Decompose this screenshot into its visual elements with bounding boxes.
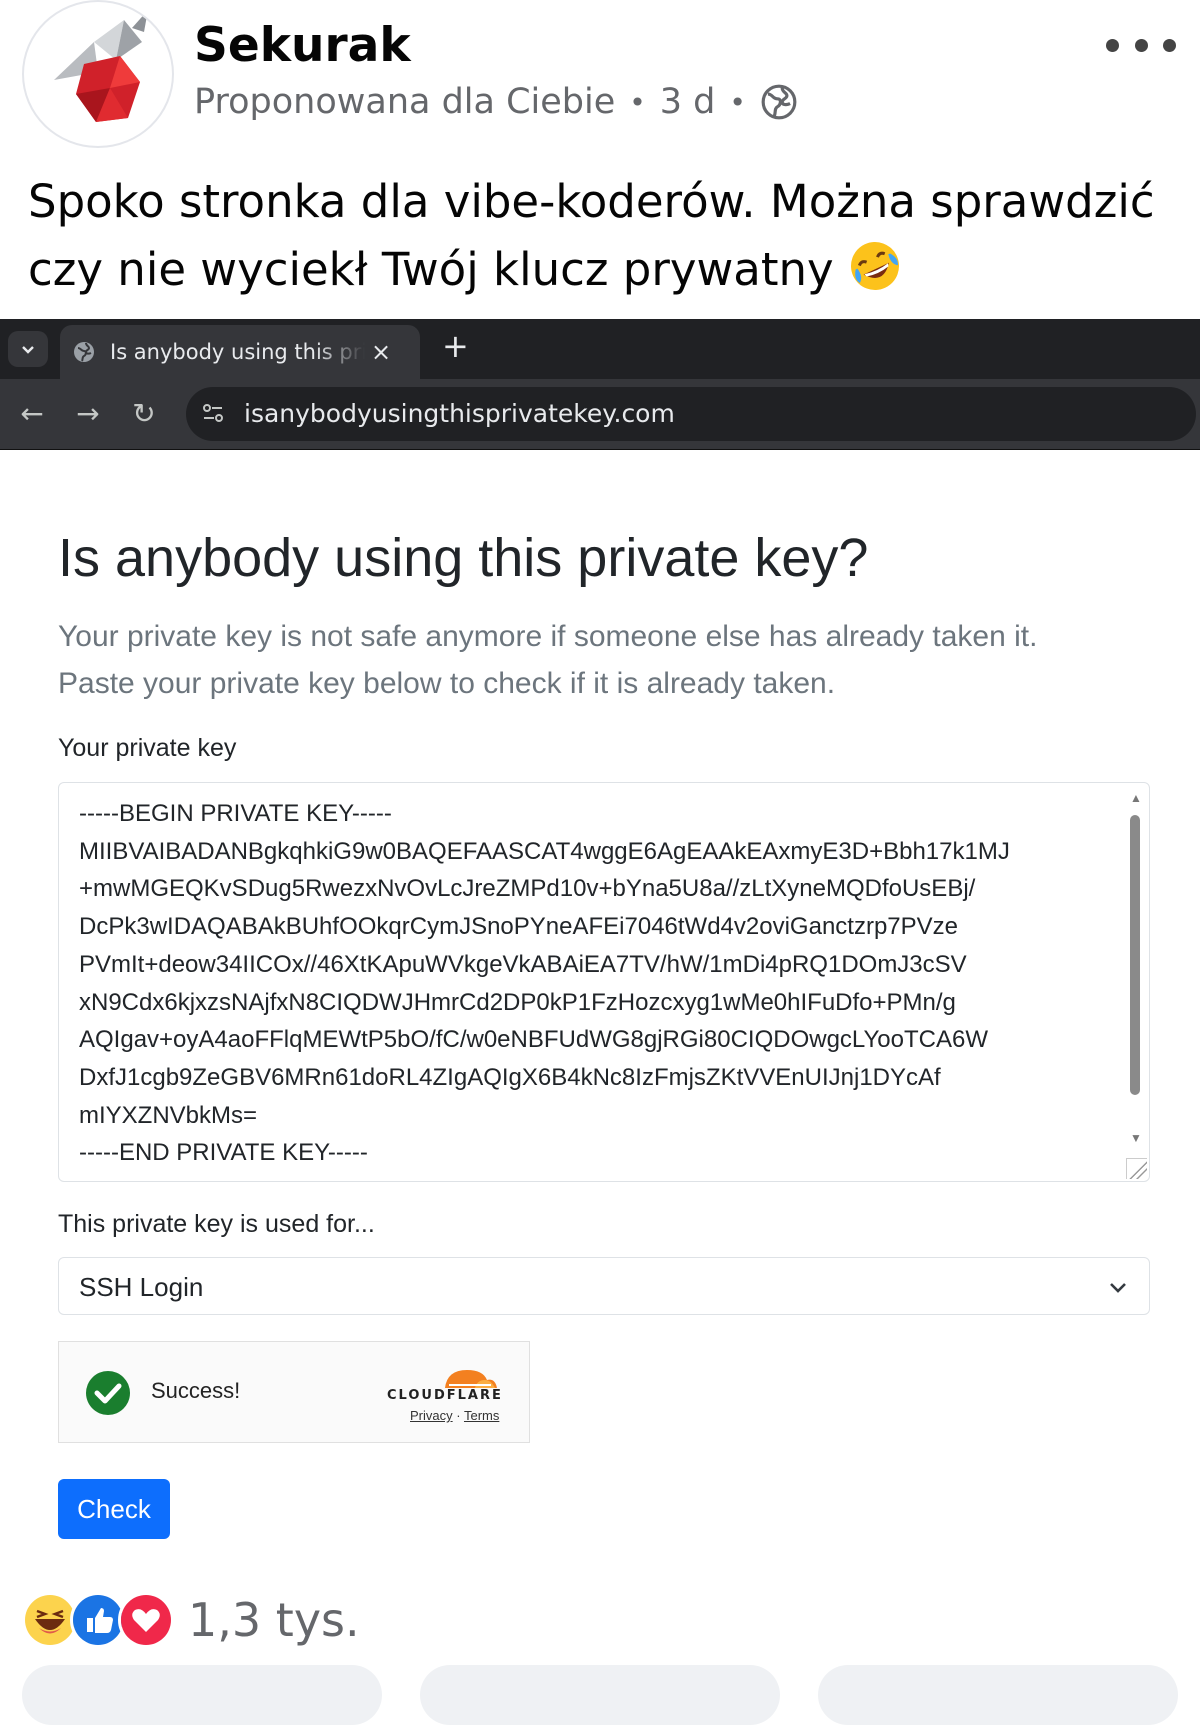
- new-tab-button[interactable]: +: [442, 327, 469, 365]
- browser-tab-active[interactable]: Is anybody using this private key? ×: [60, 325, 420, 379]
- post-header: Sekurak Proponowana dla Ciebie • 3 d •: [0, 0, 1200, 150]
- description-line: Paste your private key below to check if…: [58, 667, 836, 700]
- dot-icon: [1106, 38, 1119, 52]
- chevron-down-icon: [1110, 1283, 1126, 1293]
- post-text: Spoko stronka dla vibe-koderów. Można sp…: [28, 168, 1178, 304]
- private-key-label: Your private key: [58, 734, 237, 762]
- tab-search-button[interactable]: [8, 331, 48, 367]
- browser-toolbar: ← → ↻ isanybodyusingthisprivatekey.com: [0, 379, 1200, 450]
- private-key-line: MIIBVAIBADANBgkqhkiG9w0BAQEFAASCAT4wggE6…: [79, 837, 1010, 865]
- private-key-line: PVmIt+deow34IICOx//46XtKApuWVkgeVkABAiEA…: [79, 950, 967, 978]
- private-key-line: DcPk3wIDAQABAkBUhfOOkqrCymJSnoPYneAFEi70…: [79, 913, 959, 941]
- privacy-link[interactable]: Privacy: [410, 1408, 453, 1423]
- post-meta: Proponowana dla Ciebie • 3 d •: [194, 82, 798, 122]
- reload-button[interactable]: ↻: [126, 397, 162, 430]
- private-key-line: -----BEGIN PRIVATE KEY-----: [79, 800, 392, 827]
- suggested-label: Proponowana dla Ciebie: [194, 82, 616, 122]
- captcha-links: Privacy · Terms: [410, 1408, 499, 1423]
- reactions-summary[interactable]: 1,3 tys.: [22, 1592, 360, 1648]
- tab-title: Is anybody using this private key?: [110, 340, 365, 364]
- rolling-on-floor-laughing-emoji-icon: [850, 242, 899, 290]
- dot-icon: [1134, 38, 1148, 52]
- scroll-up-arrow-icon[interactable]: ▲: [1130, 791, 1142, 805]
- private-key-line: +mwMGEQKvSDug5RwezxNvOvLcJreZMPd10v+bYna…: [79, 875, 976, 903]
- globe-icon: [761, 84, 797, 120]
- check-button[interactable]: Check: [58, 1479, 170, 1539]
- page-name[interactable]: Sekurak: [194, 18, 411, 73]
- scroll-down-arrow-icon[interactable]: ▼: [1130, 1131, 1142, 1145]
- share-action-button[interactable]: [818, 1665, 1178, 1725]
- browser-window: Is anybody using this private key? × + ←…: [0, 319, 1200, 1574]
- love-reaction-icon: [118, 1592, 174, 1648]
- usage-select[interactable]: SSH Login: [58, 1257, 1150, 1315]
- resize-handle-icon[interactable]: [1126, 1158, 1147, 1179]
- chevron-down-icon: [22, 346, 34, 354]
- post-text-line: czy nie wyciekł Twój klucz prywatny: [28, 243, 834, 296]
- private-key-line: xN9Cdx6kjxzsNAjfxN8CIQDWJHmrCd2DP0kP1FzH…: [79, 988, 956, 1016]
- private-key-line: -----END PRIVATE KEY-----: [79, 1139, 368, 1167]
- private-key-content: -----BEGIN PRIVATE KEY----- MIIBVAIBADANB…: [79, 795, 1079, 1172]
- close-tab-icon[interactable]: ×: [371, 338, 391, 366]
- tab-strip: Is anybody using this private key? × +: [0, 319, 1200, 379]
- scrollbar-thumb[interactable]: [1130, 815, 1140, 1095]
- private-key-line: DxfJ1cgb9ZeGBV6MRn61doRL4ZIgAQIgX6B4kNc8…: [79, 1063, 941, 1091]
- web-page: Is anybody using this private key? Your …: [0, 450, 1200, 1574]
- check-circle-icon: [86, 1371, 130, 1415]
- usage-label: This private key is used for...: [58, 1210, 375, 1238]
- more-options-button[interactable]: [1106, 30, 1176, 60]
- terms-link[interactable]: Terms: [464, 1408, 499, 1423]
- textarea-scrollbar[interactable]: ▲ ▼: [1127, 791, 1143, 1161]
- page-avatar[interactable]: [22, 0, 174, 148]
- private-key-textarea[interactable]: -----BEGIN PRIVATE KEY----- MIIBVAIBADANB…: [58, 782, 1150, 1182]
- like-action-button[interactable]: [22, 1665, 382, 1725]
- meta-separator: •: [729, 85, 746, 119]
- post-text-line: Spoko stronka dla vibe-koderów. Można sp…: [28, 175, 1155, 228]
- sekurak-logo-icon: [54, 10, 148, 122]
- captcha-status: Success!: [151, 1378, 241, 1403]
- url-text: isanybodyusingthisprivatekey.com: [244, 399, 675, 428]
- forward-button[interactable]: →: [70, 397, 106, 430]
- private-key-line: AQIgav+oyA4aoFFlqMEWtP5bO/fC/w0eNBFUdWG8…: [79, 1026, 988, 1054]
- private-key-line: mIYXZNVbkMs=: [79, 1101, 258, 1129]
- post-age[interactable]: 3 d: [660, 82, 716, 122]
- address-bar[interactable]: isanybodyusingthisprivatekey.com: [186, 387, 1196, 441]
- globe-icon: [74, 342, 94, 362]
- back-button[interactable]: ←: [14, 397, 50, 430]
- cloudflare-wordmark: CLOUDFLARE: [387, 1388, 503, 1403]
- dot-icon: [1163, 38, 1176, 52]
- comment-action-button[interactable]: [420, 1665, 780, 1725]
- post-text-line-2: czy nie wyciekł Twój klucz prywatny: [28, 236, 1178, 304]
- page-title: Is anybody using this private key?: [58, 528, 869, 588]
- cloudflare-captcha-widget[interactable]: Success! CLOUDFLARE Privacy · Terms: [58, 1341, 530, 1443]
- usage-select-value: SSH Login: [79, 1272, 204, 1302]
- page-description: Your private key is not safe anymore if …: [58, 613, 1168, 707]
- meta-separator: •: [629, 85, 646, 119]
- links-separator: ·: [456, 1408, 461, 1423]
- reaction-count: 1,3 tys.: [188, 1593, 360, 1647]
- site-settings-icon[interactable]: [200, 400, 226, 426]
- description-line: Your private key is not safe anymore if …: [58, 620, 1038, 653]
